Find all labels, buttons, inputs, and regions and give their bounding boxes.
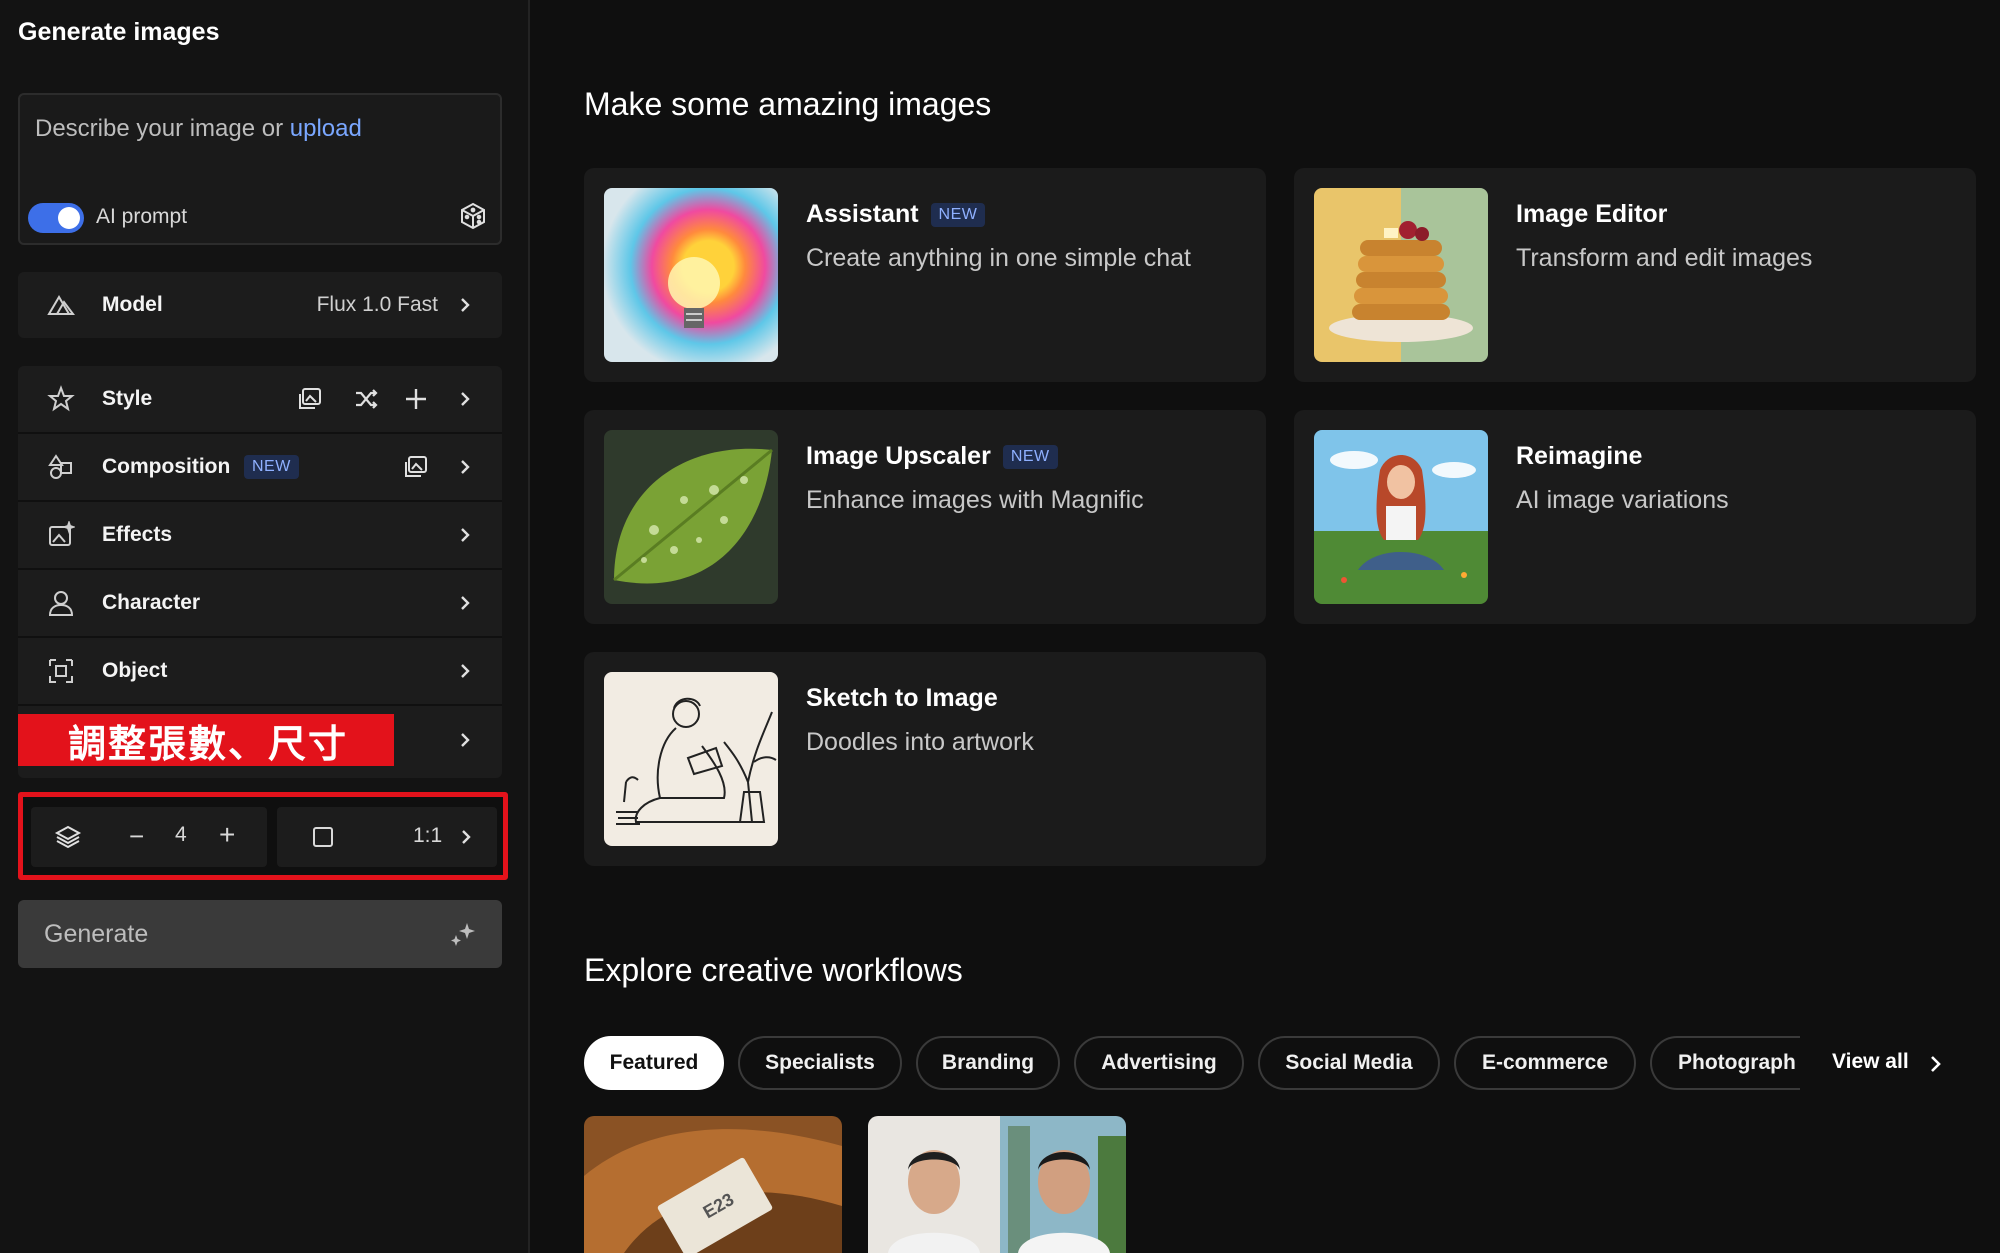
chevron-right-icon [461,664,470,678]
annotation-text: 調整張數、尺寸 [68,723,349,766]
aspect-ratio-selector[interactable]: 1:1 [277,807,497,867]
annotation-overlay: 調整張數、尺寸 [18,714,394,766]
image-count-control: − 4 + [31,807,267,867]
image-sparkle-icon [46,520,76,550]
woman-image [1314,430,1488,604]
plus-icon[interactable] [402,385,430,413]
sketch-to-image-card[interactable]: Sketch to Image Doodles into artwork [584,652,1266,866]
composition-label: Composition [102,455,231,478]
model-selector[interactable]: Model Flux 1.0 Fast [18,272,502,338]
options-group: Style Composition NEW Effects Character … [18,366,502,778]
new-badge: NEW [244,455,299,479]
image-upscaler-card[interactable]: Image Upscaler NEW Enhance images with Ma… [584,410,1266,624]
chevron-right-icon [461,733,470,747]
card-title: Image Upscaler NEW [806,442,1058,471]
workflows-heading: Explore creative workflows [584,952,963,988]
sparkle-icon [451,923,475,946]
pill-advertising[interactable]: Advertising [1074,1036,1244,1090]
card-title: Assistant NEW [806,200,986,229]
star-icon [46,384,76,414]
card-description: AI image variations [1516,486,1729,514]
square-ratio-icon [313,827,333,847]
increase-count-button[interactable]: + [219,819,235,851]
chevron-right-icon [461,528,470,542]
chevron-right-icon [461,298,470,312]
new-badge: NEW [930,203,986,227]
sidebar-title: Generate images [18,18,220,46]
pancakes-image [1314,188,1488,362]
effects-label: Effects [102,523,173,546]
pill-featured[interactable]: Featured [584,1036,724,1090]
chevron-right-icon [461,460,470,474]
card-title: Reimagine [1516,442,1643,470]
assistant-card[interactable]: Assistant NEW Create anything in one simp… [584,168,1266,382]
model-icon [46,290,76,320]
workflow-thumbnail-portrait[interactable] [868,1116,1126,1253]
reimagine-card[interactable]: Reimagine AI image variations [1294,410,1976,624]
pill-social-media[interactable]: Social Media [1258,1036,1440,1090]
chevron-right-icon [461,596,470,610]
view-all-link[interactable]: View all [1832,1050,1909,1074]
sketch-image [604,672,778,846]
image-gallery-icon[interactable] [296,385,324,413]
pill-e-commerce[interactable]: E-commerce [1454,1036,1636,1090]
shuffle-icon[interactable] [352,385,380,413]
chevron-right-icon[interactable] [1928,1052,1942,1076]
composition-option[interactable]: Composition NEW [18,434,502,502]
workflow-thumbnail-branding[interactable]: E23 [584,1116,842,1253]
main-content: Make some amazing images Assistant NEW Cr… [532,0,2000,1253]
toggle-knob [58,207,80,229]
card-title: Image Editor [1516,200,1668,228]
effects-option[interactable]: Effects [18,502,502,570]
layers-icon [54,825,82,849]
character-label: Character [102,591,201,614]
person-icon [46,588,76,618]
new-badge: NEW [1002,445,1058,469]
generate-label: Generate [44,920,149,948]
pill-specialists[interactable]: Specialists [738,1036,902,1090]
pill-photograph[interactable]: Photograph [1650,1036,1800,1090]
hidden-option-row[interactable]: 調整張數、尺寸 [18,706,502,774]
generate-button[interactable]: Generate [18,900,502,968]
object-label: Object [102,659,168,682]
chevron-right-icon [462,830,471,844]
card-title: Sketch to Image [806,684,998,712]
card-description: Doodles into artwork [806,728,1034,756]
object-option[interactable]: Object [18,638,502,706]
model-label: Model [102,293,163,316]
image-editor-card[interactable]: Image Editor Transform and edit images [1294,168,1976,382]
decrease-count-button[interactable]: − [129,821,144,852]
upload-link[interactable]: upload [290,115,362,142]
image-gallery-icon[interactable] [402,453,430,481]
chevron-right-icon [461,392,470,406]
character-option[interactable]: Character [18,570,502,638]
card-description: Enhance images with Magnific [806,486,1144,514]
sidebar: Generate images Describe your image or u… [0,0,530,1253]
style-option[interactable]: Style [18,366,502,434]
page-heading: Make some amazing images [584,86,992,122]
model-value: Flux 1.0 Fast [316,293,438,316]
annotation-frame: − 4 + 1:1 [18,792,508,880]
dice-icon[interactable] [458,201,488,231]
aspect-ratio-value: 1:1 [413,824,443,847]
card-description: Create anything in one simple chat [806,244,1191,272]
leaf-image [604,430,778,604]
pill-branding[interactable]: Branding [916,1036,1060,1090]
style-label: Style [102,387,153,410]
shapes-icon [46,452,76,482]
object-icon [46,656,76,686]
prompt-placeholder: Describe your image or upload [35,115,362,142]
image-count-value: 4 [175,823,187,846]
ai-prompt-label: AI prompt [96,205,188,228]
lightbulb-image [604,188,778,362]
ai-prompt-toggle[interactable] [28,203,84,233]
card-description: Transform and edit images [1516,244,1813,272]
prompt-input[interactable]: Describe your image or upload AI prompt [18,93,502,245]
